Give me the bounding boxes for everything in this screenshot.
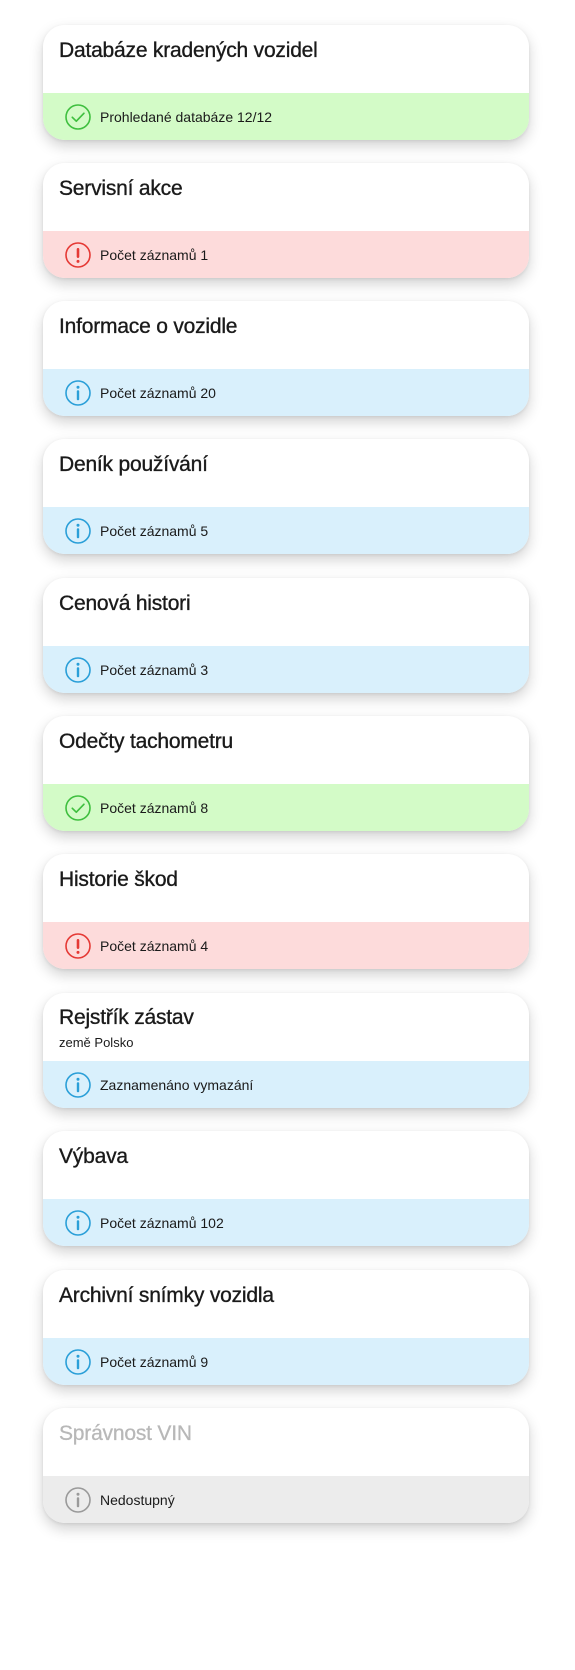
card-service-campaigns[interactable]: Servisní akce Počet záznamů 1	[43, 163, 529, 278]
info-circle-icon	[64, 656, 92, 684]
check-circle-icon	[64, 794, 92, 822]
card-header: Cenová histori	[43, 578, 529, 646]
card-header: Deník používání	[43, 439, 529, 507]
card-title: Cenová histori	[59, 592, 191, 615]
card-title: Odečty tachometru	[59, 730, 234, 753]
info-circle-icon	[64, 1348, 92, 1376]
card-title: Informace o vozidle	[59, 315, 238, 338]
status-bar-error: Počet záznamů 1	[43, 231, 529, 278]
card-title: Databáze kradených vozidel	[59, 39, 318, 62]
info-circle-icon	[64, 379, 92, 407]
status-text: Zaznamenáno vymazání	[100, 1076, 254, 1093]
card-header: Výbava	[43, 1131, 529, 1199]
card-usage-log[interactable]: Deník používání Počet záznamů 5	[43, 439, 529, 554]
card-odometer-readings[interactable]: Odečty tachometru Počet záznamů 8	[43, 716, 529, 831]
card-stolen-vehicles-database[interactable]: Databáze kradených vozidel Prohledané da…	[43, 25, 529, 140]
info-circle-icon	[64, 1209, 92, 1237]
status-bar-info: Počet záznamů 3	[43, 646, 529, 693]
card-title: Archivní snímky vozidla	[59, 1284, 274, 1307]
status-bar-ok: Prohledané databáze 12/12	[43, 93, 529, 140]
card-title: Historie škod	[59, 868, 178, 891]
card-header: Servisní akce	[43, 163, 529, 231]
card-title: Servisní akce	[59, 177, 183, 200]
status-text: Počet záznamů 3	[100, 661, 209, 678]
card-title: Deník používání	[59, 453, 208, 476]
status-bar-unavailable: Nedostupný	[43, 1476, 529, 1523]
card-vin-validity: Správnost VIN Nedostupný	[43, 1408, 529, 1523]
card-pledge-registry[interactable]: Rejstřík zástav země Polsko Zaznamenáno …	[43, 993, 529, 1108]
card-title: Správnost VIN	[59, 1422, 192, 1445]
card-title: Výbava	[59, 1145, 128, 1168]
status-bar-info: Počet záznamů 102	[43, 1199, 529, 1246]
status-bar-ok: Počet záznamů 8	[43, 784, 529, 831]
card-header: Informace o vozidle	[43, 301, 529, 369]
card-header: Odečty tachometru	[43, 716, 529, 784]
status-bar-info: Zaznamenáno vymazání	[43, 1061, 529, 1108]
status-bar-info: Počet záznamů 20	[43, 369, 529, 416]
status-text: Počet záznamů 102	[100, 1214, 224, 1231]
card-header: Archivní snímky vozidla	[43, 1270, 529, 1338]
status-bar-info: Počet záznamů 5	[43, 507, 529, 554]
status-text: Počet záznamů 9	[100, 1353, 209, 1370]
status-text: Počet záznamů 20	[100, 384, 216, 401]
exclamation-circle-icon	[64, 932, 92, 960]
card-vehicle-information[interactable]: Informace o vozidle Počet záznamů 20	[43, 301, 529, 416]
card-damage-history[interactable]: Historie škod Počet záznamů 4	[43, 854, 529, 969]
status-text: Prohledané databáze 12/12	[100, 108, 273, 125]
status-text: Nedostupný	[100, 1491, 175, 1508]
card-header: Databáze kradených vozidel	[43, 25, 529, 93]
card-equipment[interactable]: Výbava Počet záznamů 102	[43, 1131, 529, 1246]
check-circle-icon	[64, 103, 92, 131]
card-header: Správnost VIN	[43, 1408, 529, 1476]
exclamation-circle-icon	[64, 241, 92, 269]
info-circle-icon	[64, 1486, 92, 1514]
status-text: Počet záznamů 5	[100, 522, 209, 539]
card-subtitle: země Polsko	[59, 1035, 134, 1050]
card-header: Rejstřík zástav země Polsko	[43, 993, 529, 1061]
status-text: Počet záznamů 8	[100, 799, 209, 816]
status-text: Počet záznamů 1	[100, 246, 209, 263]
card-archive-photos[interactable]: Archivní snímky vozidla Počet záznamů 9	[43, 1270, 529, 1385]
status-text: Počet záznamů 4	[100, 937, 209, 954]
card-title: Rejstřík zástav	[59, 1006, 194, 1029]
status-bar-info: Počet záznamů 9	[43, 1338, 529, 1385]
report-section-list: Databáze kradených vozidel Prohledané da…	[0, 0, 575, 1670]
card-header: Historie škod	[43, 854, 529, 922]
info-circle-icon	[64, 517, 92, 545]
card-price-history[interactable]: Cenová histori Počet záznamů 3	[43, 578, 529, 693]
status-bar-error: Počet záznamů 4	[43, 922, 529, 969]
info-circle-icon	[64, 1071, 92, 1099]
